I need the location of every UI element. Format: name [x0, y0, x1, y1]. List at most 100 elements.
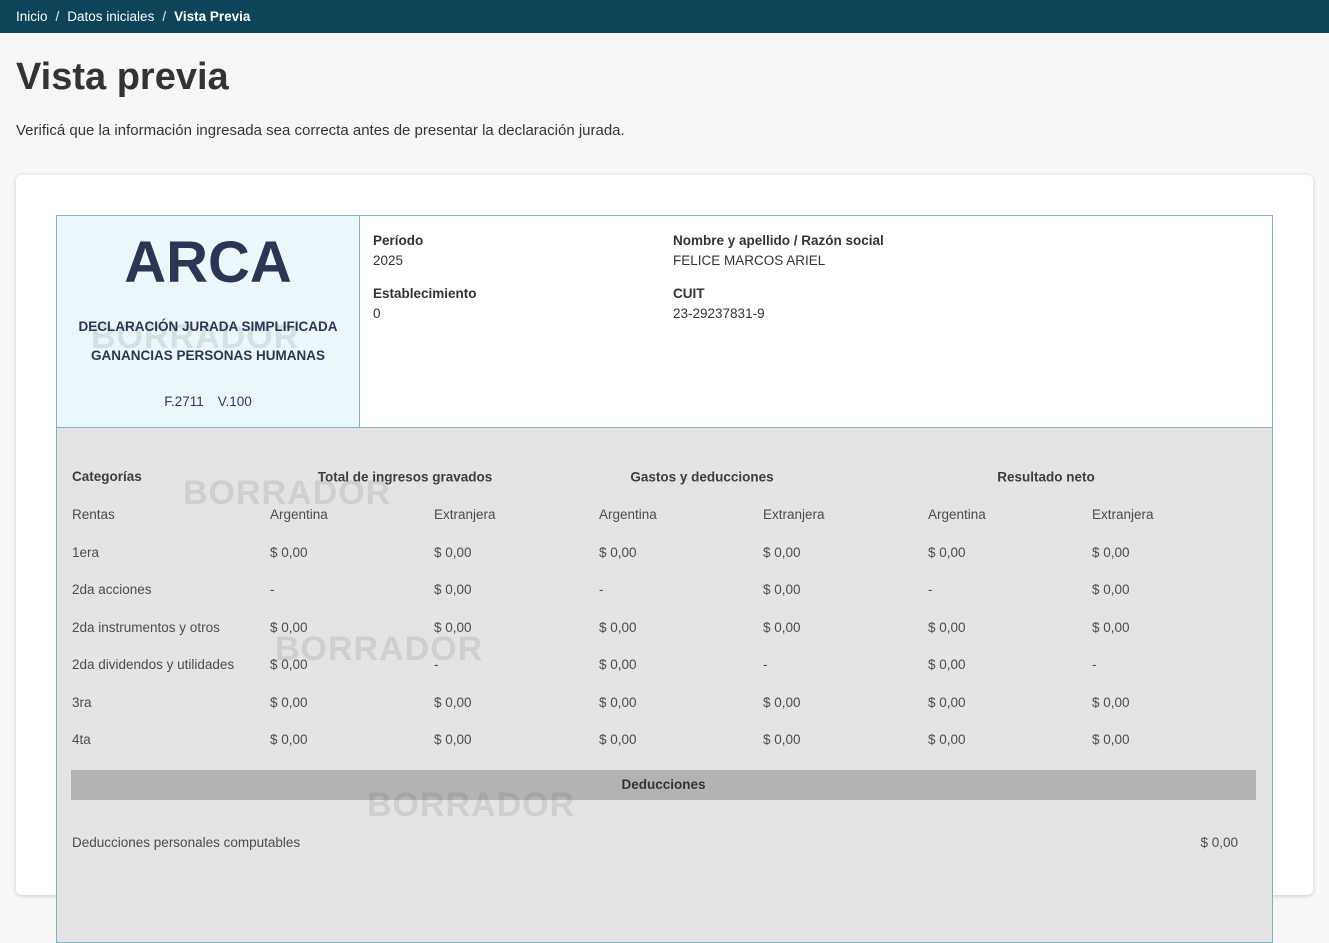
table-row-2da-dividendos: 2da dividendos y utilidades $ 0,00 - $ 0…	[57, 646, 1272, 684]
table-cell: $ 0,00	[1092, 620, 1272, 635]
breadcrumb-item-inicio[interactable]: Inicio	[16, 9, 48, 24]
row-header-rentas: Rentas	[72, 507, 270, 522]
table-cell: $ 0,00	[270, 657, 434, 672]
table-cell: $ 0,00	[1092, 545, 1272, 560]
table-cell: $ 0,00	[1092, 582, 1272, 597]
arca-logo: ARCA	[124, 234, 292, 292]
main-content: Vista previa Verificá que la información…	[0, 55, 1329, 895]
table-cell: $ 0,00	[434, 582, 599, 597]
table-cell: $ 0,00	[928, 732, 1092, 747]
table-cell: -	[928, 582, 1092, 597]
row-label: 2da dividendos y utilidades	[72, 657, 270, 672]
field-cuit-value: 23-29237831-9	[673, 306, 1272, 321]
top-navigation-bar: Inicio / Datos iniciales / Vista Previa	[0, 0, 1329, 33]
deduction-label: Deducciones personales computables	[72, 835, 300, 850]
row-label: 2da acciones	[72, 582, 270, 597]
declaration-form-preview: ARCA DECLARACIÓN JURADA SIMPLIFICADA GAN…	[56, 215, 1273, 943]
group-header-ingresos: Total de ingresos gravados	[318, 469, 493, 484]
table-corner-header: Categorías	[72, 469, 270, 484]
row-label: 3ra	[72, 695, 270, 710]
table-cell: $ 0,00	[928, 620, 1092, 635]
table-row-4ta: 4ta $ 0,00 $ 0,00 $ 0,00 $ 0,00 $ 0,00 $…	[57, 721, 1272, 759]
table-cell: $ 0,00	[599, 657, 763, 672]
group-header-gastos: Gastos y deducciones	[630, 469, 773, 484]
table-cell: $ 0,00	[434, 732, 599, 747]
field-nombre-value: FELICE MARCOS ARIEL	[673, 253, 1272, 268]
table-subheader-row: Rentas Argentina Extranjera Argentina Ex…	[57, 496, 1272, 534]
table-cell: -	[1092, 657, 1272, 672]
deductions-header-label: Deducciones	[621, 777, 705, 792]
subheader: Argentina	[599, 507, 763, 522]
table-row-3ra: 3ra $ 0,00 $ 0,00 $ 0,00 $ 0,00 $ 0,00 $…	[57, 684, 1272, 722]
breadcrumb-item-datos-iniciales[interactable]: Datos iniciales	[67, 9, 154, 24]
form-header: ARCA DECLARACIÓN JURADA SIMPLIFICADA GAN…	[57, 216, 1272, 428]
table-cell: $ 0,00	[434, 620, 599, 635]
table-row-2da-acciones: 2da acciones - $ 0,00 - $ 0,00 - $ 0,00	[57, 571, 1272, 609]
table-cell: $ 0,00	[434, 545, 599, 560]
deduction-row-personales: Deducciones personales computables $ 0,0…	[57, 824, 1272, 862]
field-establecimiento-label: Establecimiento	[373, 286, 673, 301]
field-nombre: Nombre y apellido / Razón social FELICE …	[673, 233, 1272, 268]
table-cell: $ 0,00	[599, 620, 763, 635]
form-version: V.100	[218, 394, 252, 409]
table-cell: $ 0,00	[763, 695, 928, 710]
breadcrumb-item-vista-previa: Vista Previa	[174, 9, 250, 24]
table-cell: $ 0,00	[763, 620, 928, 635]
table-cell: $ 0,00	[763, 545, 928, 560]
page-subtitle: Verificá que la información ingresada se…	[16, 122, 1313, 139]
form-logo-cell: ARCA DECLARACIÓN JURADA SIMPLIFICADA GAN…	[57, 216, 360, 427]
preview-card: BORRADOR BORRADOR BORRADOR BORRADOR ARCA…	[16, 175, 1313, 895]
table-row-2da-instrumentos: 2da instrumentos y otros $ 0,00 $ 0,00 $…	[57, 609, 1272, 647]
field-periodo-value: 2025	[373, 253, 673, 268]
table-cell: $ 0,00	[599, 732, 763, 747]
table-cell: -	[599, 582, 763, 597]
deductions-section-header: Deducciones	[71, 770, 1256, 800]
subheader: Argentina	[928, 507, 1092, 522]
page-title: Vista previa	[16, 55, 1313, 101]
form-code: F.2711 V.100	[164, 394, 252, 409]
row-label: 1era	[72, 545, 270, 560]
field-nombre-label: Nombre y apellido / Razón social	[673, 233, 1272, 248]
form-header-fields: Período 2025 Nombre y apellido / Razón s…	[360, 216, 1272, 427]
row-label: 4ta	[72, 732, 270, 747]
table-cell: -	[763, 657, 928, 672]
breadcrumb: Inicio / Datos iniciales / Vista Previa	[16, 9, 250, 24]
table-cell: $ 0,00	[599, 545, 763, 560]
form-title-line2: GANANCIAS PERSONAS HUMANAS	[91, 348, 325, 363]
table-cell: $ 0,00	[270, 695, 434, 710]
table-cell: $ 0,00	[270, 545, 434, 560]
field-cuit: CUIT 23-29237831-9	[673, 286, 1272, 321]
field-establecimiento-value: 0	[373, 306, 673, 321]
table-cell: $ 0,00	[434, 695, 599, 710]
field-establecimiento: Establecimiento 0	[373, 286, 673, 321]
form-number: F.2711	[164, 394, 204, 409]
subheader: Extranjera	[434, 507, 599, 522]
field-periodo-label: Período	[373, 233, 673, 248]
field-cuit-label: CUIT	[673, 286, 1272, 301]
table-row-1era: 1era $ 0,00 $ 0,00 $ 0,00 $ 0,00 $ 0,00 …	[57, 534, 1272, 572]
table-cell: $ 0,00	[1092, 732, 1272, 747]
table-cell: $ 0,00	[928, 657, 1092, 672]
field-periodo: Período 2025	[373, 233, 673, 268]
table-cell: $ 0,00	[270, 732, 434, 747]
subheader: Argentina	[270, 507, 434, 522]
breadcrumb-separator: /	[162, 9, 166, 24]
income-table: Categorías Total de ingresos gravados Ga…	[57, 428, 1272, 942]
table-cell: $ 0,00	[1092, 695, 1272, 710]
deduction-value: $ 0,00	[1200, 835, 1238, 850]
subheader: Extranjera	[763, 507, 928, 522]
table-cell: -	[270, 582, 434, 597]
form-title-line1: DECLARACIÓN JURADA SIMPLIFICADA	[79, 319, 338, 334]
row-label: 2da instrumentos y otros	[72, 620, 270, 635]
table-cell: $ 0,00	[763, 582, 928, 597]
breadcrumb-separator: /	[56, 9, 60, 24]
subheader: Extranjera	[1092, 507, 1272, 522]
table-group-header-row: Categorías Total de ingresos gravados Ga…	[57, 458, 1272, 496]
group-header-resultado: Resultado neto	[997, 469, 1095, 484]
table-cell: $ 0,00	[763, 732, 928, 747]
table-cell: $ 0,00	[270, 620, 434, 635]
table-cell: -	[434, 657, 599, 672]
table-cell: $ 0,00	[928, 695, 1092, 710]
table-cell: $ 0,00	[599, 695, 763, 710]
table-cell: $ 0,00	[928, 545, 1092, 560]
